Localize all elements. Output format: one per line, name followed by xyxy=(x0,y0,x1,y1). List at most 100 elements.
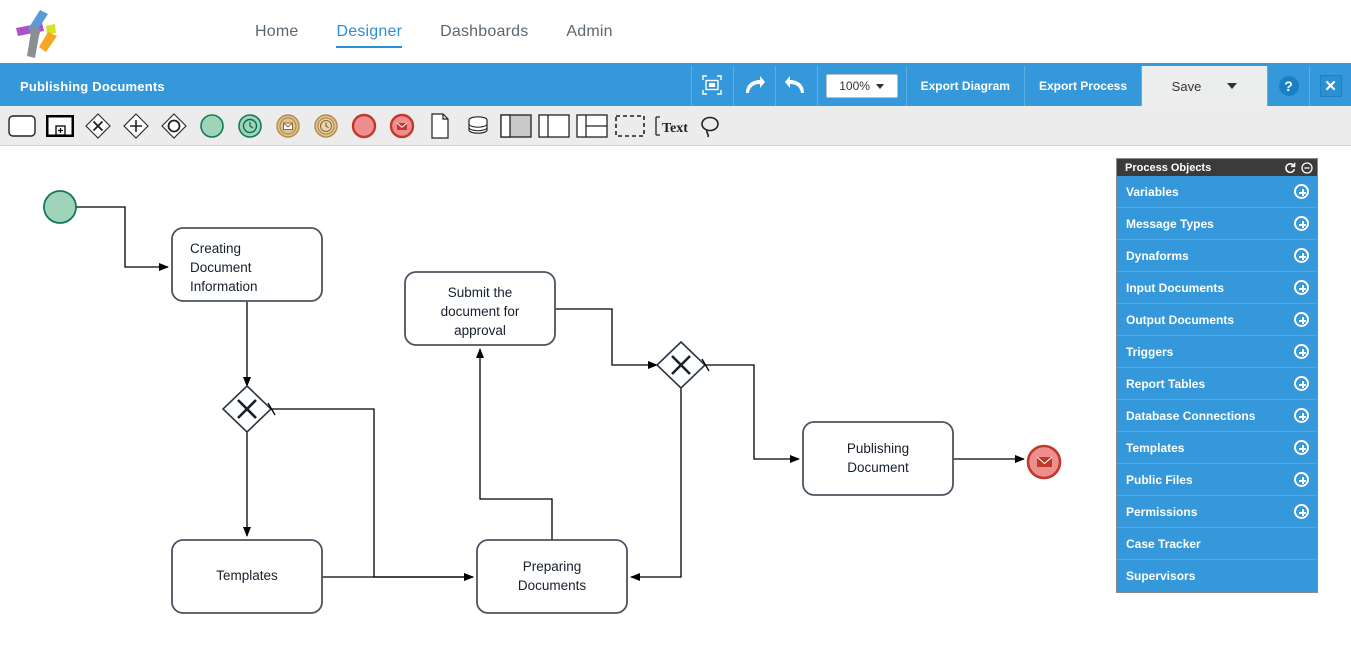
panel-item-label: Supervisors xyxy=(1126,569,1196,583)
undo-button[interactable] xyxy=(774,66,817,106)
panel-item-label: Variables xyxy=(1126,184,1179,199)
task-publishing-document xyxy=(802,421,954,496)
task-preparing-documents xyxy=(476,539,628,614)
panel-item-label: Case Tracker xyxy=(1126,536,1201,551)
exclusive-gateway-icon[interactable] xyxy=(82,110,114,142)
task-creating-document-information xyxy=(171,227,323,302)
panel-item-input-documents[interactable]: Input Documents xyxy=(1117,272,1317,304)
fullscreen-icon xyxy=(701,74,723,99)
add-icon[interactable] xyxy=(1294,344,1309,359)
add-icon[interactable] xyxy=(1294,376,1309,391)
add-icon[interactable] xyxy=(1294,408,1309,423)
add-icon[interactable] xyxy=(1294,248,1309,263)
export-diagram-button[interactable]: Export Diagram xyxy=(905,66,1024,106)
diagram-svg xyxy=(43,190,1062,614)
chevron-down-icon xyxy=(875,83,884,89)
chevron-down-icon xyxy=(1227,83,1238,89)
redo-icon xyxy=(742,74,766,99)
panel-item-variables[interactable]: Variables xyxy=(1117,176,1317,208)
intermediate-timer-event-icon[interactable] xyxy=(310,110,342,142)
panel-item-message-types[interactable]: Message Types xyxy=(1117,208,1317,240)
panel-item-label: Input Documents xyxy=(1126,280,1224,295)
task-templates xyxy=(171,539,323,614)
export-process-button[interactable]: Export Process xyxy=(1023,66,1141,106)
flow-preparing-to-submit xyxy=(476,348,553,540)
panel-item-database-connections[interactable]: Database Connections xyxy=(1117,400,1317,432)
process-title: Publishing Documents xyxy=(20,78,165,94)
add-icon[interactable] xyxy=(1294,312,1309,327)
pool-icon[interactable] xyxy=(500,110,532,142)
zoom-control: 100% xyxy=(816,66,906,106)
process-action-bar: Publishing Documents 100% Export Diagram… xyxy=(0,66,1351,106)
panel-item-label: Permissions xyxy=(1126,504,1198,519)
task-submit-the-document-for-approval xyxy=(404,271,556,346)
panel-item-label: Output Documents xyxy=(1126,312,1234,327)
exclusive-gateway-1 xyxy=(221,384,276,434)
nav-link-dashboards[interactable]: Dashboards xyxy=(440,22,528,46)
close-button[interactable]: ✕ xyxy=(1309,66,1351,106)
panel-item-templates[interactable]: Templates xyxy=(1117,432,1317,464)
save-button[interactable]: Save xyxy=(1141,66,1267,106)
panel-item-triggers[interactable]: Triggers xyxy=(1117,336,1317,368)
start-event-node xyxy=(43,190,77,224)
start-timer-event-icon[interactable] xyxy=(234,110,266,142)
data-store-icon[interactable] xyxy=(462,110,494,142)
process-objects-panel-header: Process Objects xyxy=(1117,159,1317,176)
panel-item-output-documents[interactable]: Output Documents xyxy=(1117,304,1317,336)
add-icon[interactable] xyxy=(1294,440,1309,455)
save-button-label: Save xyxy=(1171,78,1202,94)
processmaker-logo[interactable] xyxy=(8,6,66,62)
undo-icon xyxy=(784,74,808,99)
text-annotation-icon[interactable]: Text xyxy=(652,110,688,142)
nav-link-designer[interactable]: Designer xyxy=(336,22,403,48)
panel-item-supervisors[interactable]: Supervisors xyxy=(1117,560,1317,592)
panel-item-report-tables[interactable]: Report Tables xyxy=(1117,368,1317,400)
intermediate-message-event-icon[interactable] xyxy=(272,110,304,142)
refresh-icon[interactable] xyxy=(1284,162,1296,174)
svg-text:Text: Text xyxy=(662,121,688,136)
nav-link-admin[interactable]: Admin xyxy=(566,22,612,46)
panel-item-label: Dynaforms xyxy=(1126,248,1189,263)
flow-submit-to-gateway2 xyxy=(555,308,658,369)
main-nav-links: Home Designer Dashboards Admin xyxy=(255,22,613,48)
add-icon[interactable] xyxy=(1294,472,1309,487)
help-button[interactable]: ? xyxy=(1267,66,1309,106)
lasso-icon[interactable] xyxy=(694,110,726,142)
data-object-icon[interactable] xyxy=(424,110,456,142)
add-icon[interactable] xyxy=(1294,216,1309,231)
nav-link-home[interactable]: Home xyxy=(255,22,298,46)
designer-app: Home Designer Dashboards Admin Publishin… xyxy=(0,0,1351,652)
panel-item-permissions[interactable]: Permissions xyxy=(1117,496,1317,528)
task-nodes xyxy=(171,227,954,614)
question-mark-icon: ? xyxy=(1278,76,1299,96)
zoom-value: 100% xyxy=(839,79,870,93)
minimize-icon[interactable] xyxy=(1301,161,1313,174)
parallel-gateway-icon[interactable] xyxy=(120,110,152,142)
end-message-event-icon[interactable] xyxy=(386,110,418,142)
panel-item-case-tracker[interactable]: Case Tracker xyxy=(1117,528,1317,560)
fullscreen-button[interactable] xyxy=(690,66,733,106)
lane-vertical-icon[interactable] xyxy=(538,110,570,142)
flow-gateway2-to-publishing xyxy=(705,364,800,463)
lane-horizontal-icon[interactable] xyxy=(576,110,608,142)
start-event-icon[interactable] xyxy=(196,110,228,142)
panel-item-label: Database Connections xyxy=(1126,408,1256,423)
panel-item-label: Templates xyxy=(1126,440,1185,455)
task-icon[interactable] xyxy=(6,110,38,142)
add-icon[interactable] xyxy=(1294,184,1309,199)
panel-item-label: Public Files xyxy=(1126,472,1193,487)
panel-item-dynaforms[interactable]: Dynaforms xyxy=(1117,240,1317,272)
end-message-event-node xyxy=(1026,444,1062,480)
add-icon[interactable] xyxy=(1294,504,1309,519)
panel-item-public-files[interactable]: Public Files xyxy=(1117,464,1317,496)
add-icon[interactable] xyxy=(1294,280,1309,295)
zoom-select[interactable]: 100% xyxy=(825,74,898,98)
subprocess-icon[interactable] xyxy=(44,110,76,142)
exclusive-gateway-2 xyxy=(655,340,710,390)
end-event-icon[interactable] xyxy=(348,110,380,142)
panel-item-label: Message Types xyxy=(1126,216,1214,231)
group-icon[interactable] xyxy=(614,110,646,142)
process-objects-panel: Process Objects Variables Message Types xyxy=(1116,158,1318,593)
redo-button[interactable] xyxy=(732,66,775,106)
inclusive-gateway-icon[interactable] xyxy=(158,110,190,142)
